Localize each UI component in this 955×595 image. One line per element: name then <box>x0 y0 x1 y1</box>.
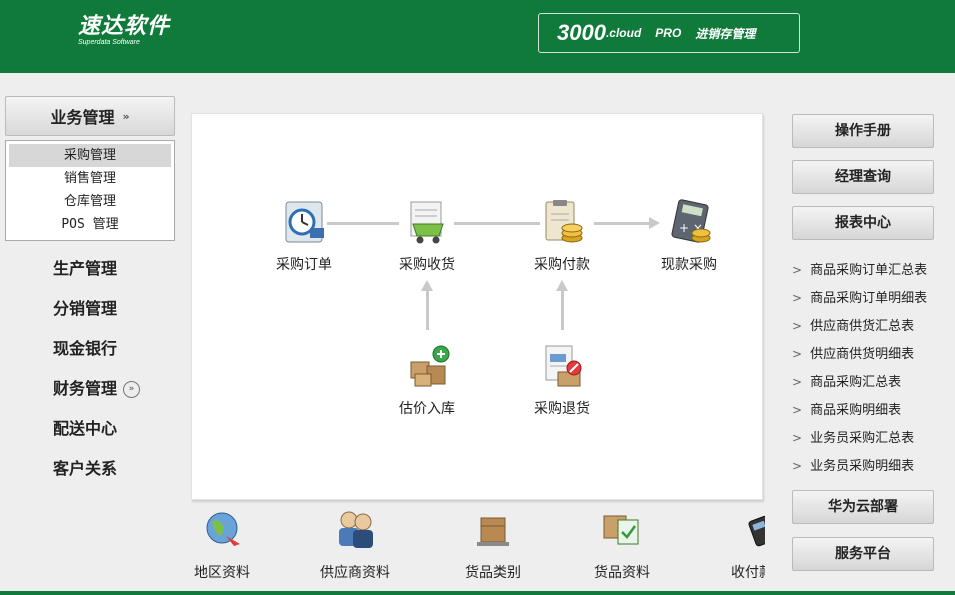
tool-label: 供应商资料 <box>320 565 390 581</box>
left-nav: 生产管理 分销管理 现金银行 财务管理 » 配送中心 客户关系 <box>53 255 193 495</box>
tool-supplier-info[interactable]: 供应商资料 <box>300 508 410 582</box>
report-link[interactable]: > 商品采购明细表 <box>792 396 955 424</box>
collapse-chevron-icon: » <box>122 109 130 123</box>
tool-label: 收付款 <box>731 565 765 581</box>
badge-pro: PRO <box>655 26 682 40</box>
nav-item-cash-bank[interactable]: 现金银行 <box>53 335 193 375</box>
report-link[interactable]: > 商品采购订单明细表 <box>792 284 955 312</box>
boxes-add-icon <box>410 345 450 387</box>
flow-node-purchase-return[interactable]: 采购退货 <box>517 342 607 418</box>
flow-connector <box>561 290 564 330</box>
chevron-right-icon: > <box>792 375 803 389</box>
chevron-right-icon: > <box>792 291 803 305</box>
product-badge: 3000 .cloud PRO 进销存管理 <box>538 13 800 53</box>
tool-product-info[interactable]: 货品资料 <box>567 508 677 582</box>
report-label: 商品采购订单明细表 <box>810 291 928 306</box>
flow-node-purchase-order[interactable]: 采购订单 <box>259 198 349 274</box>
submenu-item-warehouse[interactable]: 仓库管理 <box>9 190 171 213</box>
clipboard-coins-icon <box>545 200 583 243</box>
business-submenu: 采购管理 销售管理 仓库管理 POS 管理 <box>5 140 175 241</box>
badge-version: 3000 <box>557 20 606 45</box>
purchase-flow-panel: 采购订单 采购收货 采购付款 + × 现款采购 估价入库 采购退货 <box>191 113 763 500</box>
tool-label: 货品资料 <box>594 565 650 581</box>
chevron-right-icon: > <box>792 347 803 361</box>
nav-section-business[interactable]: 业务管理 » <box>5 96 175 136</box>
package-icon <box>477 517 509 546</box>
report-center-button[interactable]: 报表中心 <box>792 206 934 240</box>
badge-system-name: 进销存管理 <box>695 26 756 41</box>
nav-section-label: 业务管理 <box>50 108 115 127</box>
report-label: 业务员采购明细表 <box>810 459 915 474</box>
flow-node-purchase-receipt[interactable]: 采购收货 <box>382 198 472 274</box>
users-icon <box>339 511 373 548</box>
flow-node-label: 估价入库 <box>399 401 455 417</box>
flow-node-purchase-payment[interactable]: 采购付款 <box>517 198 607 274</box>
submenu-item-pos[interactable]: POS 管理 <box>9 213 171 236</box>
card-reader-icon <box>748 515 765 547</box>
report-label: 商品采购汇总表 <box>810 375 902 390</box>
report-link[interactable]: > 供应商供货汇总表 <box>792 312 955 340</box>
submenu-item-purchase[interactable]: 采购管理 <box>9 144 171 167</box>
tool-label: 货品类别 <box>465 565 521 581</box>
return-document-icon <box>545 345 582 387</box>
logo-english-text: Superdata Software <box>78 39 140 46</box>
manager-query-button[interactable]: 经理查询 <box>792 160 934 194</box>
globe-icon <box>206 512 240 546</box>
flow-node-estimated-stock-in[interactable]: 估价入库 <box>382 342 472 418</box>
chevron-right-icon: > <box>792 459 803 473</box>
submenu-item-sales[interactable]: 销售管理 <box>9 167 171 190</box>
flow-node-label: 采购收货 <box>399 257 455 273</box>
arrow-up-icon <box>421 280 433 291</box>
logo-chinese-text: 速达软件 <box>78 13 171 39</box>
report-link[interactable]: > 业务员采购明细表 <box>792 452 955 480</box>
report-link[interactable]: > 供应商供货明细表 <box>792 340 955 368</box>
chevron-right-icon: > <box>792 431 803 445</box>
nav-item-delivery[interactable]: 配送中心 <box>53 415 193 455</box>
flow-node-label: 现款采购 <box>661 257 717 273</box>
report-label: 商品采购明细表 <box>810 403 902 418</box>
nav-item-production[interactable]: 生产管理 <box>53 255 193 295</box>
nav-item-distribution[interactable]: 分销管理 <box>53 295 193 335</box>
badge-cloud: .cloud <box>605 26 642 40</box>
flow-node-label: 采购退货 <box>534 401 590 417</box>
report-link[interactable]: > 商品采购订单汇总表 <box>792 256 955 284</box>
chevron-right-icon: > <box>792 319 803 333</box>
report-label: 供应商供货明细表 <box>810 347 915 362</box>
arrow-up-icon <box>556 280 568 291</box>
chevron-right-icon: > <box>792 403 803 417</box>
manual-button[interactable]: 操作手册 <box>792 114 934 148</box>
report-link[interactable]: > 业务员采购汇总表 <box>792 424 955 452</box>
nav-item-finance[interactable]: 财务管理 » <box>53 375 193 415</box>
report-label: 业务员采购汇总表 <box>810 431 915 446</box>
checklist-box-icon <box>603 515 639 545</box>
report-list: > 商品采购订单汇总表 > 商品采购订单明细表 > 供应商供货汇总表 > 供应商供货明细… <box>792 256 955 480</box>
report-label: 供应商供货汇总表 <box>810 319 915 334</box>
nav-item-finance-label: 财务管理 <box>53 379 118 398</box>
quick-access-toolbar: 地区资料 供应商资料 货品类别 货品资料 收付款 <box>185 508 765 588</box>
footer-bar <box>0 591 955 595</box>
report-link[interactable]: > 商品采购汇总表 <box>792 368 955 396</box>
calculator-icon: + × <box>671 199 711 243</box>
flow-node-label: 采购付款 <box>534 257 590 273</box>
nav-item-crm[interactable]: 客户关系 <box>53 455 193 495</box>
tool-label: 地区资料 <box>194 565 250 581</box>
tool-region-info[interactable]: 地区资料 <box>185 508 277 582</box>
superdata-logo: 速达软件 Superdata Software <box>78 14 170 47</box>
tool-product-category[interactable]: 货品类别 <box>438 508 548 582</box>
flow-connector <box>426 290 429 330</box>
flow-node-cash-purchase[interactable]: + × 现款采购 <box>644 198 734 274</box>
flow-node-label: 采购订单 <box>276 257 332 273</box>
chevron-down-icon[interactable]: » <box>123 381 141 398</box>
service-platform-button[interactable]: 服务平台 <box>792 537 934 571</box>
shopping-cart-icon <box>410 201 444 244</box>
report-label: 商品采购订单汇总表 <box>810 263 928 278</box>
chevron-right-icon: > <box>792 263 803 277</box>
purchase-order-icon <box>285 201 324 243</box>
huawei-cloud-button[interactable]: 华为云部署 <box>792 490 934 524</box>
tool-payment[interactable]: 收付款 <box>697 508 765 582</box>
app-header: 速达软件 Superdata Software 3000 .cloud PRO 进销存… <box>0 0 955 73</box>
